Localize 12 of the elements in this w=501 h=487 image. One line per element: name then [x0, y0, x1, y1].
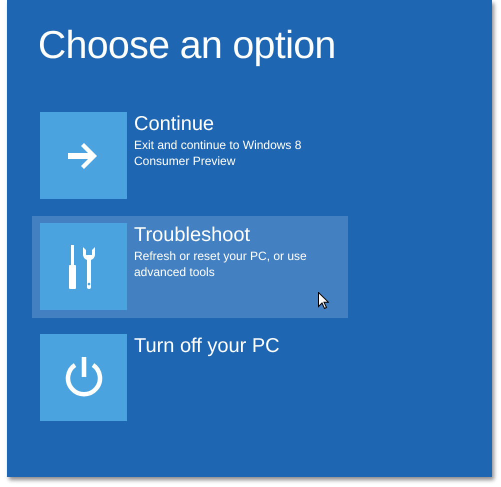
option-item[interactable]: Troubleshoot Refresh or reset your PC, or use advanced tools — [32, 216, 348, 318]
page-title: Choose an option — [38, 23, 336, 69]
option-title: Turn off your PC — [134, 334, 280, 358]
option-title: Continue — [134, 112, 214, 136]
power-icon — [64, 356, 104, 398]
option-item[interactable]: Continue Exit and continue to Windows 8 Consumer Preview — [32, 105, 348, 207]
option-item[interactable]: Turn off your PC — [32, 327, 348, 429]
option-description: Refresh or reset your PC, or use advanced tools — [134, 248, 308, 280]
option-description: Exit and continue to Windows 8 Consumer Preview — [134, 137, 302, 169]
arrow-icon — [68, 142, 100, 168]
option-title: Troubleshoot — [134, 223, 250, 247]
mouse-cursor-icon — [318, 292, 329, 309]
